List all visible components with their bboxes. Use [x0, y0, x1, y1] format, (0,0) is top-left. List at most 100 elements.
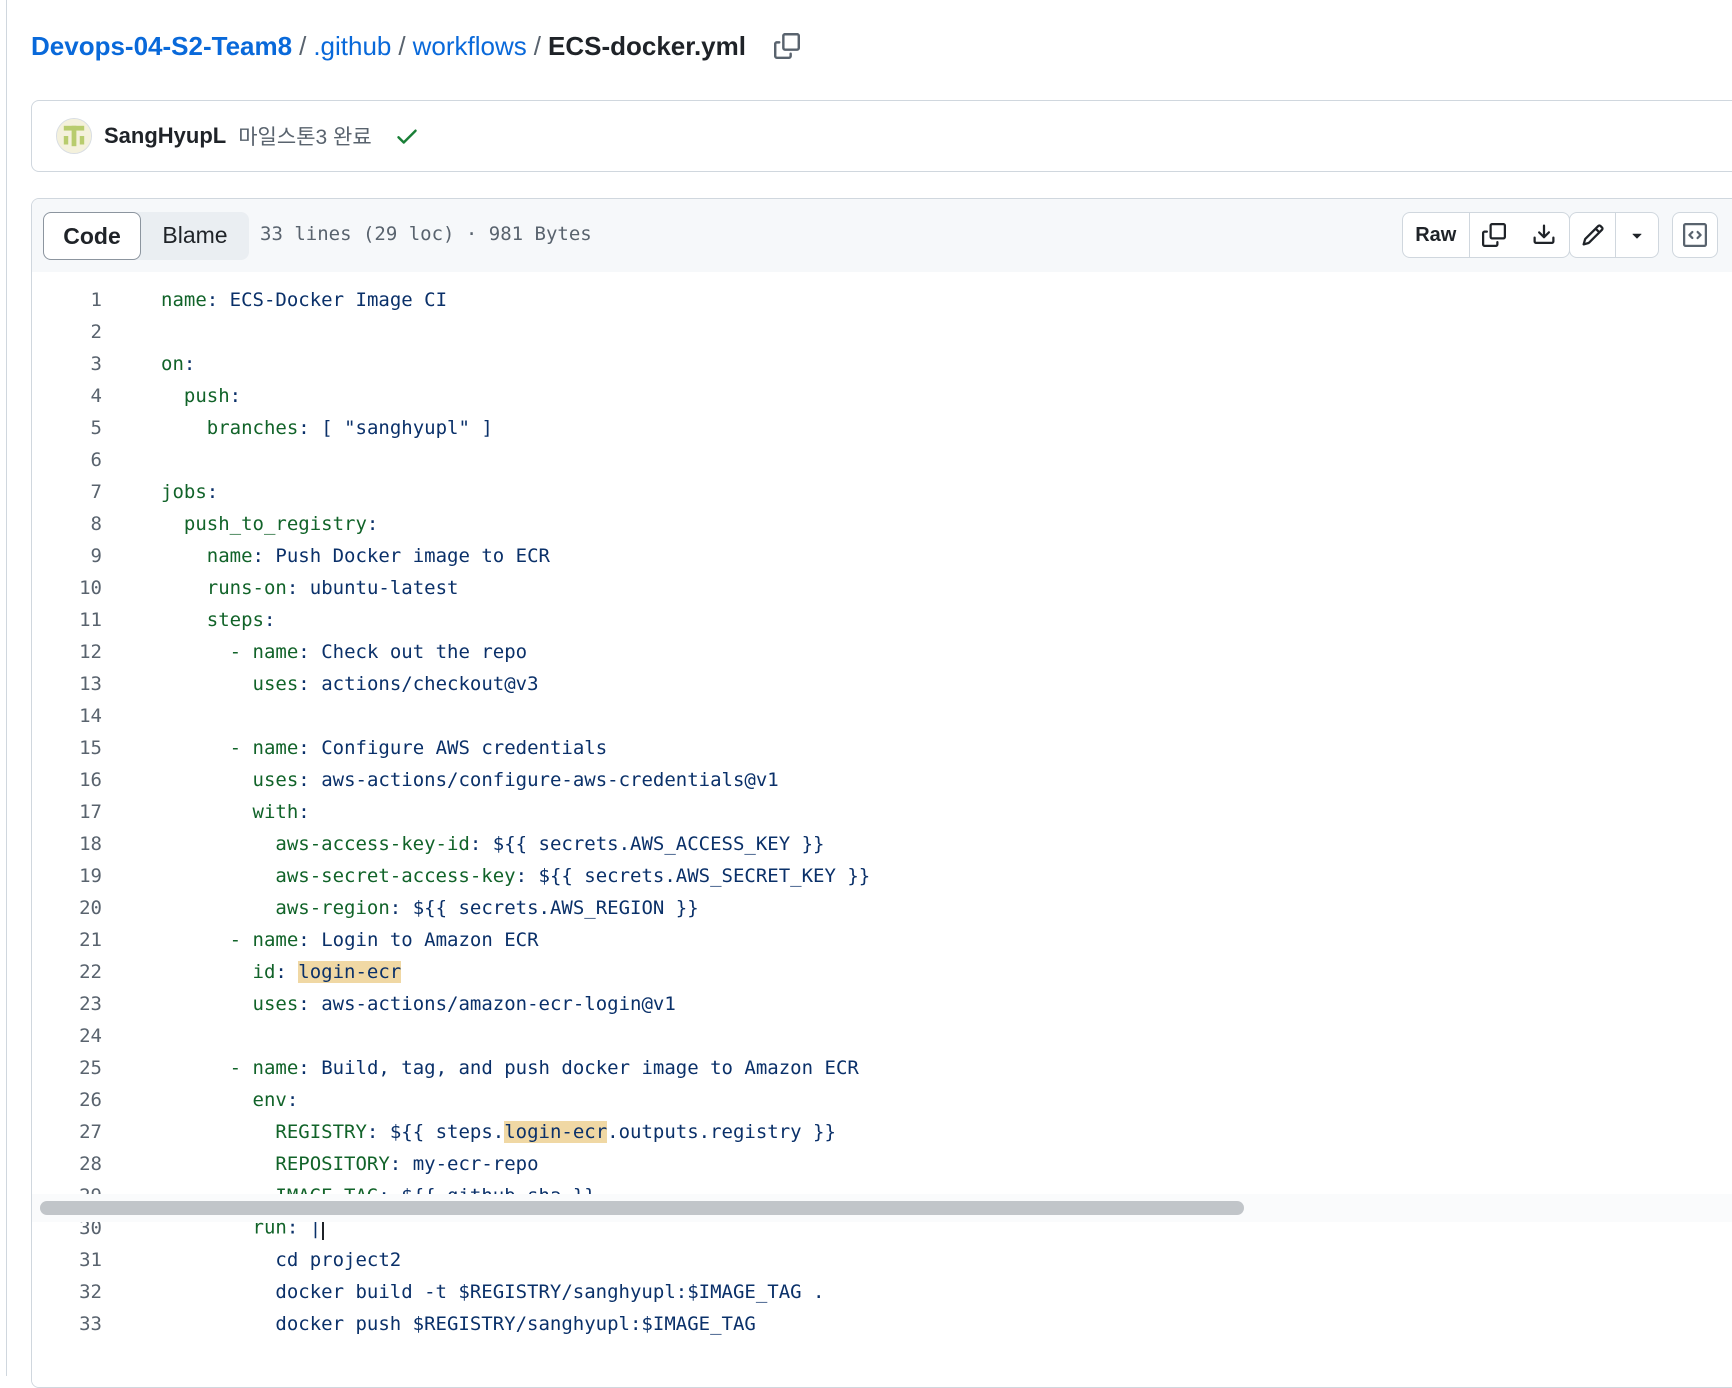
code-line[interactable]: 17 with: — [32, 796, 1732, 828]
line-number[interactable]: 15 — [32, 737, 102, 759]
code-line[interactable]: 13 uses: actions/checkout@v3 — [32, 668, 1732, 700]
line-number[interactable]: 19 — [32, 865, 102, 887]
line-number[interactable]: 5 — [32, 417, 102, 439]
code-line[interactable]: 26 env: — [32, 1084, 1732, 1116]
line-number[interactable]: 13 — [32, 673, 102, 695]
breadcrumb-separator: / — [398, 30, 406, 61]
yaml-key: branches — [161, 417, 299, 439]
breadcrumb-repo-link[interactable]: Devops-04-S2-Team8 — [31, 31, 292, 62]
code-line[interactable]: 20 aws-region: ${{ secrets.AWS_REGION }} — [32, 892, 1732, 924]
yaml-colon: : — [298, 1057, 310, 1079]
code-line[interactable]: 6 — [32, 444, 1732, 476]
line-number[interactable]: 31 — [32, 1249, 102, 1271]
code-line[interactable]: 32 docker build -t $REGISTRY/sanghyupl:$… — [32, 1276, 1732, 1308]
yaml-key: id — [161, 961, 276, 983]
line-number[interactable]: 10 — [32, 577, 102, 599]
code-line[interactable]: 5 branches: [ "sanghyupl" ] — [32, 412, 1732, 444]
line-number[interactable]: 17 — [32, 801, 102, 823]
code-line[interactable]: 9 name: Push Docker image to ECR — [32, 540, 1732, 572]
code-line[interactable]: 8 push_to_registry: — [32, 508, 1732, 540]
line-number[interactable]: 4 — [32, 385, 102, 407]
code-line[interactable]: 33 docker push $REGISTRY/sanghyupl:$IMAG… — [32, 1308, 1732, 1340]
line-number[interactable]: 23 — [32, 993, 102, 1015]
code-line[interactable]: 21 - name: Login to Amazon ECR — [32, 924, 1732, 956]
yaml-key: REGISTRY — [161, 1121, 367, 1143]
code-line[interactable]: 24 — [32, 1020, 1732, 1052]
code-view[interactable]: 1 name: ECS-Docker Image CI 2 3 on: 4 push: 5 … — [32, 272, 1732, 1387]
edit-file-button[interactable] — [1570, 213, 1617, 257]
yaml-colon: : — [263, 609, 276, 631]
horizontal-scrollbar[interactable] — [32, 1194, 1732, 1222]
code-line[interactable]: 4 push: — [32, 380, 1732, 412]
code-line[interactable]: 18 aws-access-key-id: ${{ secrets.AWS_AC… — [32, 828, 1732, 860]
yaml-key: uses — [161, 769, 299, 791]
code-line[interactable]: 16 uses: aws-actions/configure-aws-crede… — [32, 764, 1732, 796]
commit-author[interactable]: SangHyupL — [104, 123, 226, 149]
code-line[interactable]: 2 — [32, 316, 1732, 348]
code-line[interactable]: 12 - name: Check out the repo — [32, 636, 1732, 668]
download-raw-button[interactable] — [1519, 213, 1569, 257]
symbols-panel-button[interactable] — [1673, 213, 1717, 257]
line-number[interactable]: 27 — [32, 1121, 102, 1143]
line-number[interactable]: 3 — [32, 353, 102, 375]
code-line[interactable]: 23 uses: aws-actions/amazon-ecr-login@v1 — [32, 988, 1732, 1020]
commit-message[interactable]: 마일스톤3 완료 — [238, 121, 371, 151]
code-line[interactable]: 31 cd project2 — [32, 1244, 1732, 1276]
code-line[interactable]: 11 steps: — [32, 604, 1732, 636]
more-edit-options-button[interactable] — [1616, 213, 1658, 257]
yaml-value: actions/checkout@v3 — [321, 673, 539, 695]
check-icon[interactable] — [394, 123, 420, 149]
breadcrumb-workflows-link[interactable]: workflows — [413, 31, 527, 62]
tab-blame[interactable]: Blame — [141, 212, 249, 258]
line-number[interactable]: 8 — [32, 513, 102, 535]
tab-code[interactable]: Code — [43, 212, 141, 260]
yaml-colon: : — [275, 961, 287, 983]
yaml-colon: : — [298, 417, 310, 439]
scrollbar-thumb[interactable] — [40, 1201, 1244, 1215]
code-line[interactable]: 7 jobs: — [32, 476, 1732, 508]
code-line[interactable]: 25 - name: Build, tag, and push docker i… — [32, 1052, 1732, 1084]
code-line[interactable]: 3 on: — [32, 348, 1732, 380]
line-number[interactable]: 20 — [32, 897, 102, 919]
code-line[interactable]: 19 aws-secret-access-key: ${{ secrets.AW… — [32, 860, 1732, 892]
code-line[interactable]: 14 — [32, 700, 1732, 732]
raw-button[interactable]: Raw — [1403, 213, 1470, 257]
code-line[interactable]: 1 name: ECS-Docker Image CI — [32, 284, 1732, 316]
line-number[interactable]: 21 — [32, 929, 102, 951]
line-number[interactable]: 2 — [32, 321, 102, 343]
line-number[interactable]: 33 — [32, 1313, 102, 1335]
line-number[interactable]: 26 — [32, 1089, 102, 1111]
highlighted-symbol: login-ecr — [298, 961, 402, 983]
yaml-colon: : — [389, 897, 402, 919]
yaml-value: Build, tag, and push docker image to Ama… — [321, 1057, 859, 1079]
line-number[interactable]: 6 — [32, 449, 102, 471]
code-line[interactable]: 22 id: login-ecr — [32, 956, 1732, 988]
code-line[interactable]: 27 REGISTRY: ${{ steps.login-ecr.outputs… — [32, 1116, 1732, 1148]
yaml-value: .outputs.registry }} — [607, 1121, 836, 1143]
breadcrumb-github-link[interactable]: .github — [313, 31, 391, 62]
line-number[interactable]: 16 — [32, 769, 102, 791]
line-number[interactable]: 14 — [32, 705, 102, 727]
avatar[interactable] — [56, 118, 92, 154]
copy-path-button[interactable] — [772, 31, 802, 61]
line-number[interactable]: 24 — [32, 1025, 102, 1047]
line-number[interactable]: 25 — [32, 1057, 102, 1079]
line-number[interactable]: 1 — [32, 289, 102, 311]
code-square-icon — [1683, 223, 1707, 247]
line-number[interactable]: 22 — [32, 961, 102, 983]
copy-raw-button[interactable] — [1470, 213, 1520, 257]
code-text: push: — [161, 385, 241, 407]
yaml-colon: : — [183, 353, 196, 375]
code-line[interactable]: 10 runs-on: ubuntu-latest — [32, 572, 1732, 604]
code-line[interactable]: 15 - name: Configure AWS credentials — [32, 732, 1732, 764]
line-number[interactable]: 7 — [32, 481, 102, 503]
line-number[interactable]: 28 — [32, 1153, 102, 1175]
code-line[interactable]: 28 REPOSITORY: my-ecr-repo — [32, 1148, 1732, 1180]
line-number[interactable]: 12 — [32, 641, 102, 663]
code-text: id: login-ecr — [161, 961, 402, 983]
line-number[interactable]: 11 — [32, 609, 102, 631]
line-number[interactable]: 9 — [32, 545, 102, 567]
line-number[interactable]: 18 — [32, 833, 102, 855]
line-number[interactable]: 32 — [32, 1281, 102, 1303]
yaml-colon: : — [389, 1153, 402, 1175]
